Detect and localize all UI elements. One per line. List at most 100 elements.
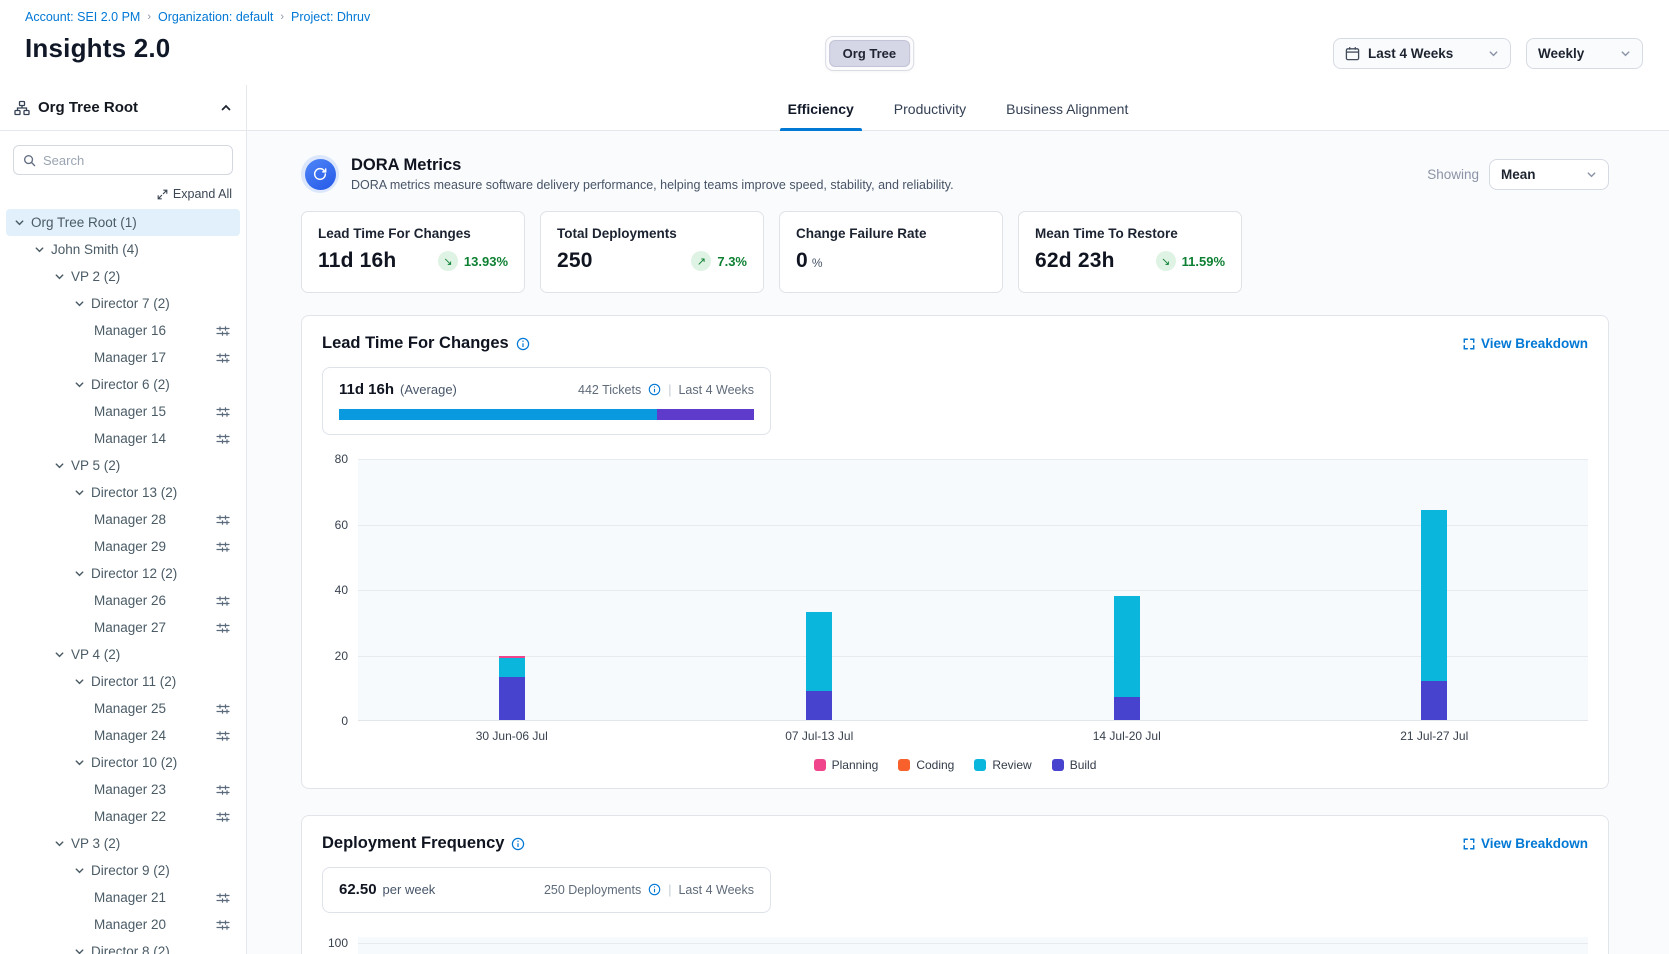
tab-efficiency[interactable]: Efficiency bbox=[786, 101, 856, 130]
lead-time-view-breakdown-link[interactable]: View Breakdown bbox=[1463, 336, 1588, 351]
filter-sliders-icon[interactable] bbox=[216, 621, 230, 635]
bar-07-jul-13-jul[interactable] bbox=[806, 612, 832, 720]
deployment-view-breakdown-link[interactable]: View Breakdown bbox=[1463, 836, 1588, 851]
showing-select[interactable]: Mean bbox=[1489, 159, 1609, 190]
tree-item-director-12-2[interactable]: Director 12 (2) bbox=[6, 560, 240, 587]
chevron-down-icon[interactable] bbox=[74, 946, 85, 954]
tree-item-manager-27[interactable]: Manager 27 bbox=[6, 614, 240, 641]
bar-14-jul-20-jul[interactable] bbox=[1114, 596, 1140, 720]
chevron-down-icon[interactable] bbox=[74, 865, 85, 876]
tree-item-label: Manager 26 bbox=[94, 593, 166, 608]
metric-card-title: Change Failure Rate bbox=[796, 226, 986, 241]
tree-item-manager-22[interactable]: Manager 22 bbox=[6, 803, 240, 830]
chevron-down-icon[interactable] bbox=[74, 487, 85, 498]
granularity-select[interactable]: Weekly bbox=[1526, 38, 1643, 69]
tree-item-manager-16[interactable]: Manager 16 bbox=[6, 317, 240, 344]
tree-item-manager-15[interactable]: Manager 15 bbox=[6, 398, 240, 425]
dora-subtitle: DORA metrics measure software delivery p… bbox=[351, 178, 954, 192]
tree-item-manager-26[interactable]: Manager 26 bbox=[6, 587, 240, 614]
tab-business-alignment[interactable]: Business Alignment bbox=[1004, 101, 1130, 130]
tree-item-director-13-2[interactable]: Director 13 (2) bbox=[6, 479, 240, 506]
tree-item-director-6-2[interactable]: Director 6 (2) bbox=[6, 371, 240, 398]
info-icon[interactable] bbox=[516, 337, 530, 351]
bar-30-jun-06-jul[interactable] bbox=[499, 656, 525, 720]
tree-item-john-smith-4[interactable]: John Smith (4) bbox=[6, 236, 240, 263]
breadcrumb-link-organization[interactable]: Organization: default bbox=[158, 10, 273, 24]
breadcrumb-link-project[interactable]: Project: Dhruv bbox=[291, 10, 370, 24]
tree-item-manager-17[interactable]: Manager 17 bbox=[6, 344, 240, 371]
chevron-down-icon[interactable] bbox=[74, 676, 85, 687]
tree-item-director-8-2[interactable]: Director 8 (2) bbox=[6, 938, 240, 954]
tree-item-manager-24[interactable]: Manager 24 bbox=[6, 722, 240, 749]
chevron-down-icon[interactable] bbox=[14, 217, 25, 228]
trend-up-icon: ↗ bbox=[691, 251, 711, 271]
filter-sliders-icon[interactable] bbox=[216, 432, 230, 446]
tree-item-director-11-2[interactable]: Director 11 (2) bbox=[6, 668, 240, 695]
bar-21-jul-27-jul[interactable] bbox=[1421, 510, 1447, 720]
chevron-down-icon[interactable] bbox=[54, 649, 65, 660]
chevron-down-icon[interactable] bbox=[74, 568, 85, 579]
search-box bbox=[13, 145, 233, 175]
chevron-down-icon[interactable] bbox=[34, 244, 45, 255]
content-scroll-area[interactable]: DORA Metrics DORA metrics measure softwa… bbox=[247, 131, 1669, 954]
filter-sliders-icon[interactable] bbox=[216, 513, 230, 527]
filter-sliders-icon[interactable] bbox=[216, 702, 230, 716]
tree-item-director-9-2[interactable]: Director 9 (2) bbox=[6, 857, 240, 884]
bar-segment-review bbox=[806, 612, 832, 691]
filter-sliders-icon[interactable] bbox=[216, 540, 230, 554]
tree-item-manager-25[interactable]: Manager 25 bbox=[6, 695, 240, 722]
filter-sliders-icon[interactable] bbox=[216, 783, 230, 797]
tree-item-vp-5-2[interactable]: VP 5 (2) bbox=[6, 452, 240, 479]
plot-area bbox=[358, 459, 1588, 721]
chevron-down-icon[interactable] bbox=[54, 838, 65, 849]
metric-card-delta: ↘13.93% bbox=[438, 251, 508, 271]
tree-item-director-10-2[interactable]: Director 10 (2) bbox=[6, 749, 240, 776]
chevron-down-icon[interactable] bbox=[74, 298, 85, 309]
dora-metrics-header: DORA Metrics DORA metrics measure softwa… bbox=[301, 155, 1609, 193]
tree-item-manager-23[interactable]: Manager 23 bbox=[6, 776, 240, 803]
lead-time-summary-card: 11d 16h (Average) 442 Tickets | Last 4 W… bbox=[322, 367, 771, 435]
legend-item-build[interactable]: Build bbox=[1052, 758, 1097, 772]
tree-item-label: VP 5 (2) bbox=[71, 458, 120, 473]
tree-item-manager-21[interactable]: Manager 21 bbox=[6, 884, 240, 911]
tree-item-label: Director 6 (2) bbox=[91, 377, 170, 392]
tree-item-manager-29[interactable]: Manager 29 bbox=[6, 533, 240, 560]
breadcrumb-separator: › bbox=[147, 11, 151, 23]
chevron-down-icon[interactable] bbox=[74, 379, 85, 390]
tree-item-manager-14[interactable]: Manager 14 bbox=[6, 425, 240, 452]
filter-sliders-icon[interactable] bbox=[216, 729, 230, 743]
legend-item-coding[interactable]: Coding bbox=[898, 758, 954, 772]
plot-area bbox=[358, 937, 1588, 954]
tree-item-org-tree-root-1[interactable]: Org Tree Root (1) bbox=[6, 209, 240, 236]
filter-sliders-icon[interactable] bbox=[216, 891, 230, 905]
org-tree-button[interactable]: Org Tree bbox=[829, 40, 910, 67]
tree-item-director-7-2[interactable]: Director 7 (2) bbox=[6, 290, 240, 317]
chevron-down-icon[interactable] bbox=[74, 757, 85, 768]
breadcrumb-link-account[interactable]: Account: SEI 2.0 PM bbox=[25, 10, 140, 24]
tab-productivity[interactable]: Productivity bbox=[892, 101, 968, 130]
info-icon[interactable] bbox=[648, 883, 661, 896]
expand-all-button[interactable]: Expand All bbox=[157, 187, 232, 201]
legend-item-review[interactable]: Review bbox=[974, 758, 1031, 772]
date-range-select[interactable]: Last 4 Weeks bbox=[1333, 38, 1511, 69]
chevron-down-icon[interactable] bbox=[54, 460, 65, 471]
tree-item-vp-2-2[interactable]: VP 2 (2) bbox=[6, 263, 240, 290]
legend-label: Review bbox=[992, 758, 1031, 772]
tree-item-vp-3-2[interactable]: VP 3 (2) bbox=[6, 830, 240, 857]
filter-sliders-icon[interactable] bbox=[216, 918, 230, 932]
filter-sliders-icon[interactable] bbox=[216, 594, 230, 608]
legend-swatch bbox=[898, 759, 910, 771]
filter-sliders-icon[interactable] bbox=[216, 351, 230, 365]
tree-item-manager-28[interactable]: Manager 28 bbox=[6, 506, 240, 533]
filter-sliders-icon[interactable] bbox=[216, 810, 230, 824]
collapse-chevron-up-icon[interactable] bbox=[220, 102, 232, 114]
info-icon[interactable] bbox=[511, 837, 525, 851]
filter-sliders-icon[interactable] bbox=[216, 405, 230, 419]
legend-item-planning[interactable]: Planning bbox=[814, 758, 879, 772]
search-input[interactable] bbox=[43, 153, 223, 168]
tree-item-manager-20[interactable]: Manager 20 bbox=[6, 911, 240, 938]
info-icon[interactable] bbox=[648, 383, 661, 396]
chevron-down-icon[interactable] bbox=[54, 271, 65, 282]
filter-sliders-icon[interactable] bbox=[216, 324, 230, 338]
tree-item-vp-4-2[interactable]: VP 4 (2) bbox=[6, 641, 240, 668]
